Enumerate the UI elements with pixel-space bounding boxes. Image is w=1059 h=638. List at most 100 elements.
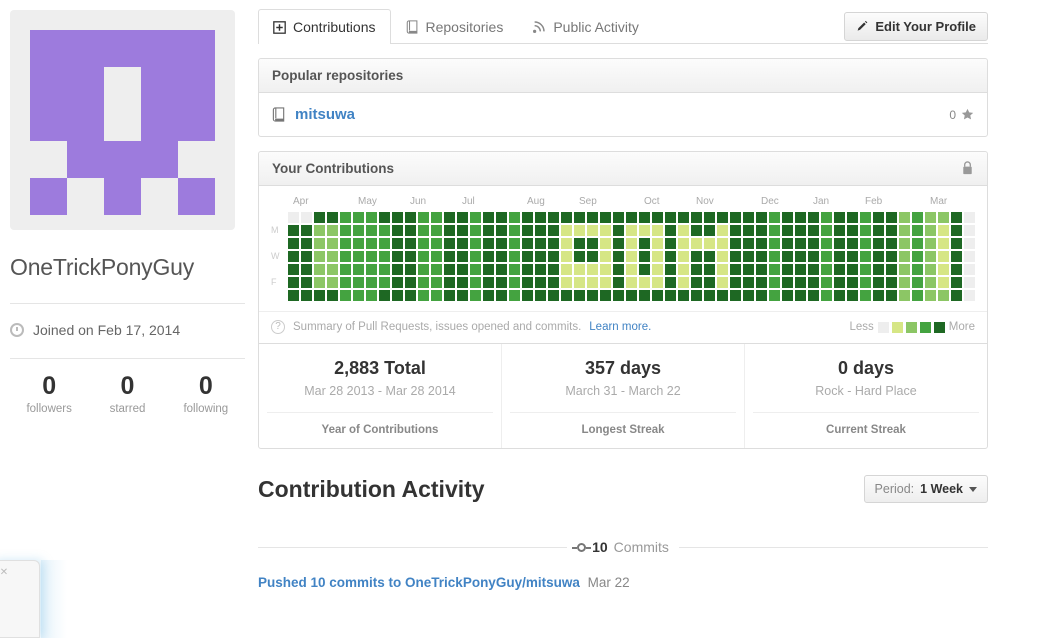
tab-public-activity[interactable]: Public Activity — [518, 9, 654, 43]
contribution-cell[interactable] — [314, 277, 325, 288]
contribution-cell[interactable] — [912, 264, 923, 275]
contribution-cell[interactable] — [366, 264, 377, 275]
contribution-cell[interactable] — [964, 277, 975, 288]
contribution-cell[interactable] — [431, 290, 442, 301]
contribution-cell[interactable] — [626, 277, 637, 288]
contribution-cell[interactable] — [691, 264, 702, 275]
contribution-cell[interactable] — [769, 225, 780, 236]
contribution-cell[interactable] — [431, 264, 442, 275]
contribution-cell[interactable] — [574, 277, 585, 288]
contribution-cell[interactable] — [743, 212, 754, 223]
contribution-cell[interactable] — [951, 238, 962, 249]
contribution-cell[interactable] — [457, 225, 468, 236]
contribution-cell[interactable] — [353, 277, 364, 288]
contribution-cell[interactable] — [509, 212, 520, 223]
contribution-cell[interactable] — [925, 290, 936, 301]
contribution-cell[interactable] — [431, 277, 442, 288]
contribution-cell[interactable] — [717, 238, 728, 249]
contribution-cell[interactable] — [639, 264, 650, 275]
contribution-cell[interactable] — [496, 238, 507, 249]
contribution-cell[interactable] — [327, 225, 338, 236]
contribution-cell[interactable] — [574, 251, 585, 262]
contribution-cell[interactable] — [288, 277, 299, 288]
contribution-cell[interactable] — [665, 277, 676, 288]
contribution-cell[interactable] — [379, 251, 390, 262]
contribution-cell[interactable] — [392, 264, 403, 275]
contribution-cell[interactable] — [652, 212, 663, 223]
contribution-cell[interactable] — [457, 264, 468, 275]
contribution-cell[interactable] — [301, 238, 312, 249]
contribution-cell[interactable] — [691, 238, 702, 249]
contribution-cell[interactable] — [912, 238, 923, 249]
contribution-cell[interactable] — [457, 277, 468, 288]
contribution-cell[interactable] — [314, 290, 325, 301]
contribution-cell[interactable] — [288, 225, 299, 236]
contribution-cell[interactable] — [704, 277, 715, 288]
contribution-cell[interactable] — [470, 264, 481, 275]
lock-icon[interactable] — [961, 161, 974, 176]
contribution-cell[interactable] — [847, 225, 858, 236]
contribution-cell[interactable] — [964, 290, 975, 301]
contribution-cell[interactable] — [925, 238, 936, 249]
contribution-cell[interactable] — [444, 264, 455, 275]
contribution-cell[interactable] — [808, 212, 819, 223]
contribution-cell[interactable] — [652, 225, 663, 236]
contribution-cell[interactable] — [535, 225, 546, 236]
contribution-cell[interactable] — [756, 225, 767, 236]
tab-contributions[interactable]: Contributions — [258, 9, 391, 44]
push-event-link[interactable]: Pushed 10 commits to OneTrickPonyGuy/mit… — [258, 575, 580, 590]
contribution-cell[interactable] — [678, 251, 689, 262]
contribution-cell[interactable] — [444, 238, 455, 249]
contribution-cell[interactable] — [808, 277, 819, 288]
contribution-cell[interactable] — [886, 277, 897, 288]
contribution-cell[interactable] — [496, 264, 507, 275]
contribution-cell[interactable] — [522, 212, 533, 223]
contribution-cell[interactable] — [574, 290, 585, 301]
contribution-cell[interactable] — [613, 238, 624, 249]
contribution-cell[interactable] — [418, 238, 429, 249]
contribution-cell[interactable] — [600, 290, 611, 301]
contribution-cell[interactable] — [821, 264, 832, 275]
contribution-cell[interactable] — [925, 225, 936, 236]
contribution-cell[interactable] — [821, 277, 832, 288]
contribution-cell[interactable] — [782, 277, 793, 288]
contribution-cell[interactable] — [379, 212, 390, 223]
contribution-cell[interactable] — [639, 277, 650, 288]
contribution-cell[interactable] — [548, 212, 559, 223]
notification-popup[interactable]: ✕ — [0, 560, 40, 638]
contribution-cell[interactable] — [873, 290, 884, 301]
contribution-cell[interactable] — [444, 290, 455, 301]
contribution-cell[interactable] — [600, 264, 611, 275]
contribution-cell[interactable] — [353, 290, 364, 301]
edit-profile-button[interactable]: Edit Your Profile — [844, 12, 988, 41]
contribution-cell[interactable] — [340, 277, 351, 288]
contribution-cell[interactable] — [652, 290, 663, 301]
contribution-cell[interactable] — [522, 277, 533, 288]
contribution-cell[interactable] — [899, 290, 910, 301]
contribution-cell[interactable] — [691, 277, 702, 288]
contribution-cell[interactable] — [704, 212, 715, 223]
contribution-cell[interactable] — [522, 290, 533, 301]
contribution-cell[interactable] — [951, 277, 962, 288]
contribution-cell[interactable] — [860, 212, 871, 223]
contribution-cell[interactable] — [561, 212, 572, 223]
contribution-cell[interactable] — [366, 212, 377, 223]
contribution-cell[interactable] — [392, 238, 403, 249]
contribution-cell[interactable] — [626, 238, 637, 249]
contribution-cell[interactable] — [951, 264, 962, 275]
contribution-cell[interactable] — [431, 251, 442, 262]
contribution-cell[interactable] — [314, 212, 325, 223]
contribution-cell[interactable] — [301, 251, 312, 262]
contribution-cell[interactable] — [743, 290, 754, 301]
contribution-cell[interactable] — [912, 290, 923, 301]
contribution-cell[interactable] — [288, 264, 299, 275]
close-icon[interactable]: ✕ — [0, 567, 10, 579]
contribution-cell[interactable] — [782, 264, 793, 275]
contribution-cell[interactable] — [288, 251, 299, 262]
contribution-cell[interactable] — [548, 225, 559, 236]
contribution-cell[interactable] — [587, 264, 598, 275]
contribution-cell[interactable] — [795, 264, 806, 275]
contribution-cell[interactable] — [548, 264, 559, 275]
contribution-cell[interactable] — [301, 264, 312, 275]
contribution-cell[interactable] — [886, 290, 897, 301]
